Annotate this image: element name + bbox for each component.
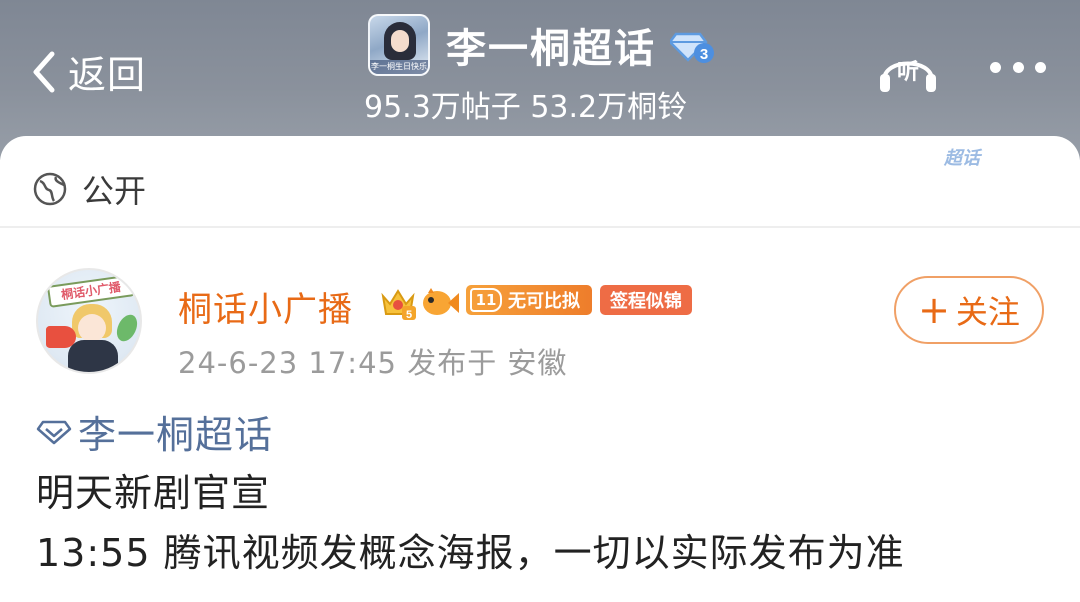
divider xyxy=(0,226,1080,228)
avatar-sign: 桐话小广播 xyxy=(46,274,136,308)
topic-stats: 95.3万帖子 53.2万桐铃 xyxy=(364,90,688,125)
more-dot-icon xyxy=(1035,62,1046,73)
more-options-button[interactable] xyxy=(990,62,1046,82)
listen-label: 听 xyxy=(896,60,919,85)
visibility-row: 公开 xyxy=(32,166,146,212)
follow-label: 关注 xyxy=(955,293,1020,331)
follow-button[interactable]: + 关注 xyxy=(894,276,1044,344)
post-timestamp: 24-6-23 17:45 xyxy=(178,346,397,380)
topic-title[interactable]: 李一桐超话 xyxy=(446,16,656,74)
crown-badge-icon[interactable]: 5 xyxy=(380,286,416,320)
topic-avatar[interactable]: 李一桐生日快乐 xyxy=(368,14,430,76)
rank-badge-label: 无可比拟 xyxy=(508,291,580,312)
globe-icon xyxy=(33,172,67,206)
user-avatar[interactable]: 桐话小广播 xyxy=(36,268,142,374)
rank-level: 11 xyxy=(470,288,502,312)
post-body-line: 13:55 腾讯视频发概念海报，一切以实际发布为准 xyxy=(36,531,905,575)
megaphone-icon xyxy=(46,326,76,348)
listen-button[interactable]: 听 xyxy=(876,44,940,96)
topic-avatar-caption: 李一桐生日快乐 xyxy=(370,60,428,74)
topic-link-label: 李一桐超话 xyxy=(78,413,274,457)
back-label: 返回 xyxy=(68,53,147,97)
more-dot-icon xyxy=(1012,62,1024,73)
chevron-left-icon xyxy=(33,51,55,92)
topic-link[interactable]: 李一桐超话 xyxy=(36,404,273,459)
sign-badge[interactable]: 签程似锦 xyxy=(600,285,692,315)
crown-level: 5 xyxy=(406,309,412,320)
username[interactable]: 桐话小广播 xyxy=(178,282,353,331)
topic-level-number: 3 xyxy=(700,46,708,63)
more-dot-icon xyxy=(990,62,1001,73)
post-meta: 24-6-23 17:45 发布于 安徽 xyxy=(178,340,567,382)
post-body-line: 明天新剧官宣 xyxy=(36,471,271,515)
visibility-label: 公开 xyxy=(82,172,147,210)
plus-icon: + xyxy=(918,288,950,332)
super-topic-diamond-icon: 3 xyxy=(670,32,714,63)
back-button[interactable]: 返回 xyxy=(28,44,146,99)
diamond-icon xyxy=(36,420,72,444)
super-topic-watermark: 超话 xyxy=(944,148,980,169)
fish-badge-icon[interactable] xyxy=(420,286,460,320)
rank-badge[interactable]: 11 无可比拟 xyxy=(466,285,592,315)
post-location: 发布于 安徽 xyxy=(407,346,568,380)
